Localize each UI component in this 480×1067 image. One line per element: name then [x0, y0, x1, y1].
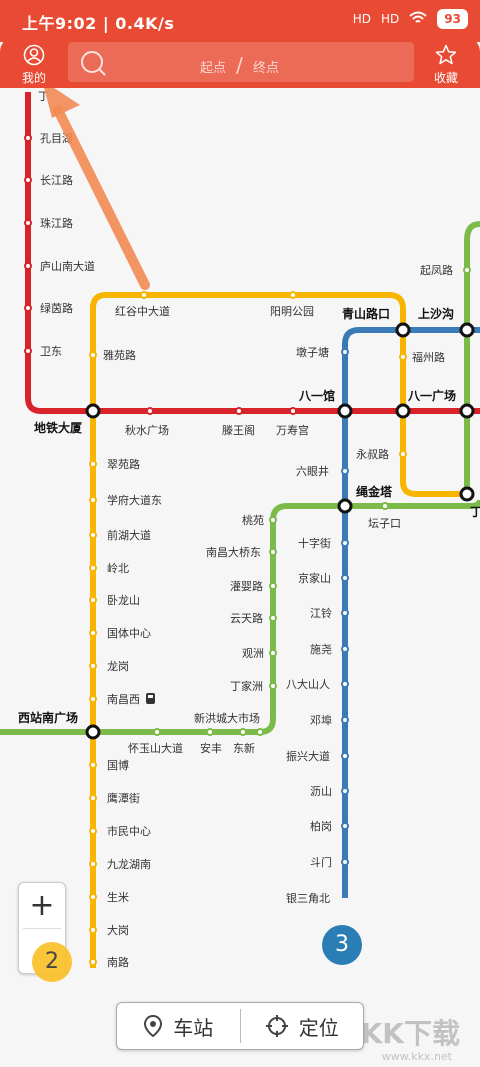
station-byg[interactable]: 八一馆 — [298, 388, 335, 403]
station-lb[interactable]: 岭北 — [107, 561, 129, 575]
station-djz[interactable]: 丁家洲 — [230, 679, 263, 693]
location-pin-icon — [144, 1014, 163, 1038]
station-gb[interactable]: 国博 — [107, 759, 129, 772]
locate-button-label: 定位 — [298, 1015, 339, 1040]
station-dtds[interactable]: 地铁大厦 — [34, 420, 83, 435]
top-bar: 我的 起点 / 终点 收藏 — [0, 36, 480, 88]
user-icon — [23, 44, 45, 66]
station-cyj[interactable]: 翠苑路 — [107, 458, 140, 471]
station-wsg[interactable]: 万寿宫 — [276, 423, 309, 437]
station-weidong[interactable]: 卫东 — [40, 345, 62, 358]
station-szj[interactable]: 十字街 — [298, 536, 331, 550]
station-gtzx[interactable]: 国体中心 — [107, 626, 151, 640]
station-ytj[interactable]: 鹰潭街 — [107, 791, 140, 805]
locate-button[interactable]: 定位 — [241, 1003, 364, 1049]
station-twg[interactable]: 滕王阁 — [222, 423, 255, 437]
mine-button[interactable]: 我的 — [14, 44, 54, 86]
station-changjiang[interactable]: 长江路 — [40, 174, 73, 187]
station-jjs[interactable]: 京家山 — [298, 571, 331, 585]
watermark: KK下载 — [360, 1017, 460, 1050]
star-icon — [435, 44, 457, 65]
station-zxdd[interactable]: 振兴大道 — [286, 749, 330, 763]
station-yyl[interactable]: 雅苑路 — [103, 348, 136, 362]
station-xfdd[interactable]: 学府大道东 — [107, 493, 162, 507]
zoom-divider — [23, 928, 61, 929]
station-qfl[interactable]: 起凤路 — [420, 264, 453, 277]
train-icon — [146, 693, 155, 704]
search-icon — [81, 51, 106, 76]
bottom-action-bar: 车站 定位 — [116, 1002, 364, 1050]
station-sjt[interactable]: 绳金塔 — [356, 484, 393, 499]
station-ls[interactable]: 沥山 — [310, 785, 332, 798]
station-jl[interactable]: 江铃 — [310, 606, 332, 620]
from-placeholder: 起点 — [200, 61, 227, 76]
line-4-green-east — [464, 221, 480, 494]
station-dm[interactable]: 斗门 — [310, 855, 332, 869]
station-button-label: 车站 — [173, 1015, 214, 1040]
zoom-level-badge[interactable]: 2 — [32, 942, 72, 982]
line-3-badge[interactable]: 3 — [322, 925, 362, 965]
station-xzngc[interactable]: 西站南广场 — [18, 710, 78, 725]
battery-indicator: 93 — [437, 9, 468, 29]
station-yxl[interactable]: 永叔路 — [356, 447, 389, 461]
route-placeholder: 起点 / 终点 — [200, 53, 279, 77]
station-tzk[interactable]: 坛子口 — [368, 517, 401, 530]
station-sy[interactable]: 施尧 — [310, 643, 332, 656]
net-speed: 0.4K/s — [115, 14, 175, 33]
station-hgzd[interactable]: 红谷中大道 — [115, 304, 170, 318]
status-right: HD HD 93 — [353, 9, 468, 29]
station-gz[interactable]: 观洲 — [242, 647, 264, 660]
station-bdss[interactable]: 八大山人 — [286, 677, 330, 691]
station-ytl[interactable]: 云天路 — [230, 612, 263, 625]
station-lushan[interactable]: 庐山南大道 — [40, 259, 95, 273]
station-bg[interactable]: 柏岗 — [310, 819, 332, 833]
metro-map[interactable]: 丁 孔目湖 长江路 珠江路 庐山南大道 绿茵路 卫东 地铁大厦 秋水广场 滕王阁… — [0, 88, 480, 1067]
station-ymgy[interactable]: 阳明公园 — [270, 305, 314, 318]
station-lyj[interactable]: 六眼井 — [296, 464, 329, 478]
network-hd-1: HD — [352, 12, 372, 26]
station-ding[interactable]: 丁 — [470, 505, 480, 519]
favorites-label: 收藏 — [433, 71, 458, 85]
station-wls[interactable]: 卧龙山 — [107, 594, 140, 607]
station-ncx[interactable]: 南昌西 — [107, 693, 140, 706]
favorites-button[interactable]: 收藏 — [426, 44, 466, 86]
station-gyl[interactable]: 灌婴路 — [230, 580, 263, 593]
station-lg[interactable]: 龙岗 — [107, 660, 129, 673]
crosshair-icon — [265, 1015, 288, 1037]
station-smzx[interactable]: 市民中心 — [107, 824, 151, 838]
status-time: 上午9:02 — [22, 14, 97, 33]
zoom-in-button[interactable]: + — [19, 883, 65, 928]
network-hd-2: HD — [381, 12, 400, 26]
route-search-box[interactable]: 起点 / 终点 — [68, 42, 414, 82]
station-xhcdsc[interactable]: 新洪城大市场 — [194, 711, 260, 725]
station-ty[interactable]: 桃苑 — [242, 513, 264, 527]
status-left: 上午9:02 | 0.4K/s — [22, 14, 175, 33]
station-jlhn[interactable]: 九龙湖南 — [107, 858, 151, 871]
station-dx[interactable]: 东新 — [233, 741, 255, 755]
mine-label: 我的 — [21, 71, 46, 85]
station-qsgc[interactable]: 秋水广场 — [125, 423, 169, 437]
station-dg[interactable]: 大岗 — [107, 923, 129, 937]
station-ncdqd[interactable]: 南昌大桥东 — [206, 545, 261, 559]
slash-divider: / — [236, 53, 243, 77]
station-nl[interactable]: 南路 — [107, 956, 129, 969]
station-button[interactable]: 车站 — [117, 1003, 240, 1049]
station-ssg[interactable]: 上沙沟 — [418, 306, 454, 321]
station-bygc[interactable]: 八一广场 — [407, 388, 456, 403]
to-placeholder: 终点 — [253, 61, 280, 76]
station-qhdd[interactable]: 前湖大道 — [107, 528, 151, 542]
wifi-icon — [409, 11, 427, 28]
station-qslk[interactable]: 青山路口 — [342, 306, 390, 321]
station-hysdd[interactable]: 怀玉山大道 — [128, 741, 183, 755]
station-lvyin[interactable]: 绿茵路 — [40, 301, 73, 315]
station-ysjb[interactable]: 银三角北 — [286, 891, 330, 905]
station-db[interactable]: 邓埠 — [310, 713, 332, 727]
station-af[interactable]: 安丰 — [200, 741, 222, 755]
line-3-blue — [342, 327, 480, 898]
station-dzt[interactable]: 墩子塘 — [296, 345, 329, 359]
station-sm[interactable]: 生米 — [107, 890, 129, 904]
watermark-url: www.kkx.net — [381, 1050, 452, 1063]
station-zhujiang[interactable]: 珠江路 — [40, 216, 73, 230]
station-fzl[interactable]: 福州路 — [412, 350, 445, 364]
